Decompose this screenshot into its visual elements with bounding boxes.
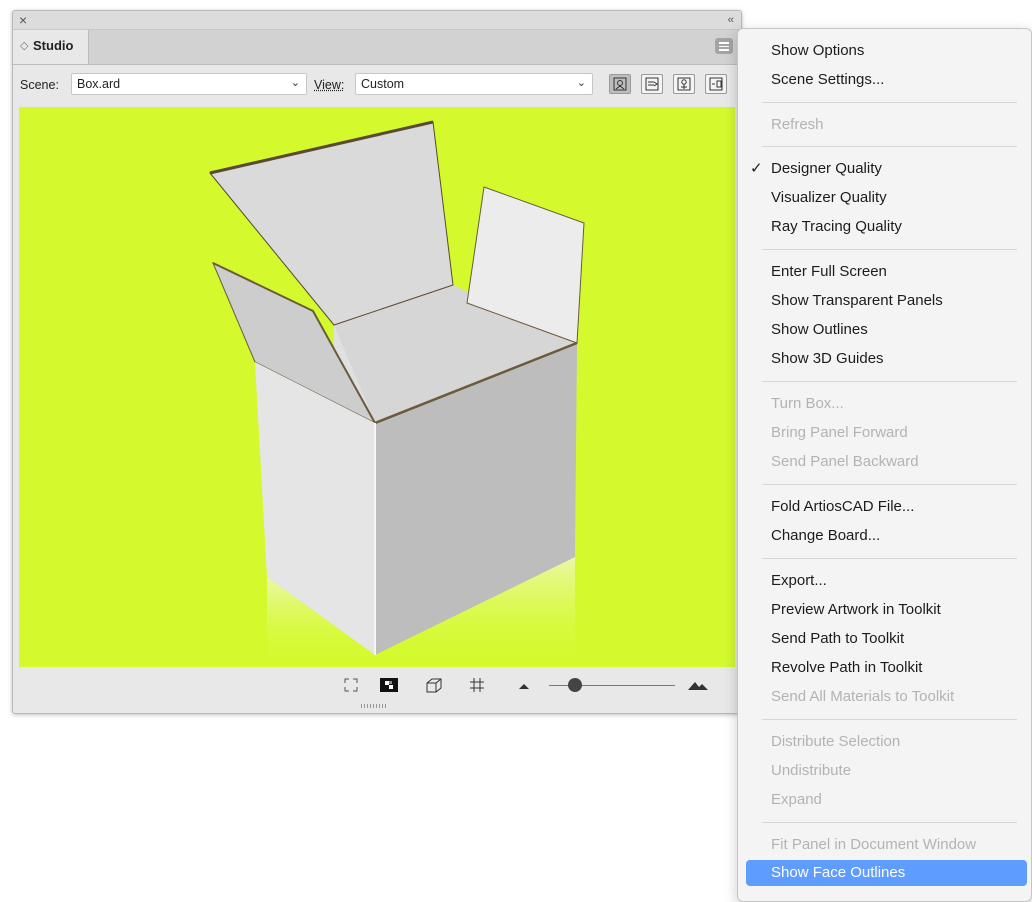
menu-item-show-transparent-panels[interactable]: Show Transparent Panels: [746, 288, 1027, 314]
menu-item-show-options[interactable]: Show Options: [746, 38, 1027, 64]
menu-item-distribute-selection: Distribute Selection: [771, 733, 901, 750]
scene-select[interactable]: Box.ard ⌄: [71, 73, 307, 95]
studio-panel: × ‹‹ ◇ Studio Scene: Box.ard ⌄ View: Cus…: [12, 10, 742, 714]
view-mode-2-icon: [645, 77, 659, 91]
scene-select-value: Box.ard: [77, 77, 121, 91]
menu-item-preview-artwork[interactable]: Preview Artwork in Toolkit: [746, 597, 1027, 623]
panel-title-bar: × ‹‹: [13, 11, 741, 30]
open-box-render: [209, 120, 585, 667]
3d-viewport[interactable]: [19, 107, 735, 667]
grid-icon[interactable]: [469, 677, 485, 693]
menu-item-export[interactable]: Export...: [746, 568, 1027, 594]
menu-item-fit-panel: Fit Panel in Document Window: [771, 836, 977, 853]
scene-label: Scene:: [20, 78, 59, 92]
menu-item-expand: Expand: [771, 791, 822, 808]
view-mode-4-icon: [709, 77, 723, 91]
menu-separator: [762, 484, 1017, 485]
menu-separator: [762, 558, 1017, 559]
view-mode-1-icon: [613, 77, 627, 91]
menu-separator: [762, 381, 1017, 382]
panel-menu-button[interactable]: [715, 38, 733, 54]
panel-close-icon[interactable]: ×: [19, 11, 27, 29]
studio-toolbar: Scene: Box.ard ⌄ View: Custom ⌄: [13, 65, 741, 105]
menu-item-show-face-outlines[interactable]: Show Face Outlines: [746, 860, 1027, 886]
menu-item-change-board[interactable]: Change Board...: [746, 523, 1027, 549]
menu-item-scene-settings[interactable]: Scene Settings...: [746, 67, 1027, 93]
menu-separator: [762, 719, 1017, 720]
view-select[interactable]: Custom ⌄: [355, 73, 593, 95]
panel-collapse-icon[interactable]: ‹‹: [728, 11, 734, 29]
menu-item-designer-quality-label: Designer Quality: [771, 160, 882, 177]
menu-separator: [762, 102, 1017, 103]
menu-item-send-path[interactable]: Send Path to Toolkit: [746, 626, 1027, 652]
menu-item-designer-quality[interactable]: ✓ Designer Quality: [746, 156, 1027, 182]
menu-item-enter-full-screen[interactable]: Enter Full Screen: [746, 259, 1027, 285]
view-mode-1-button[interactable]: [609, 74, 631, 94]
menu-item-refresh: Refresh: [771, 116, 824, 133]
menu-item-fold-artioscad-file[interactable]: Fold ArtiosCAD File...: [746, 494, 1027, 520]
view-mode-2-button[interactable]: [641, 74, 663, 94]
chevron-down-icon: ⌄: [576, 77, 586, 89]
view-mode-3-button[interactable]: [673, 74, 695, 94]
tab-studio-label: Studio: [33, 38, 74, 53]
menu-item-show-outlines[interactable]: Show Outlines: [746, 317, 1027, 343]
tab-grip-icon: ◇: [20, 40, 29, 52]
panel-tab-bar: ◇ Studio: [13, 30, 741, 65]
view-mode-3-icon: [677, 77, 691, 91]
menu-item-revolve-path[interactable]: Revolve Path in Toolkit: [746, 655, 1027, 681]
zoom-slider-thumb[interactable]: [568, 678, 582, 692]
view-mode-4-button[interactable]: [705, 74, 727, 94]
menu-item-undistribute: Undistribute: [771, 762, 852, 779]
panel-context-menu: Show Options Scene Settings... Refresh ✓…: [737, 28, 1032, 902]
menu-separator: [762, 822, 1017, 823]
menu-item-send-panel-backward: Send Panel Backward: [771, 453, 919, 470]
view-select-value: Custom: [361, 77, 405, 91]
viewport-bottom-bar: [13, 667, 741, 703]
menu-item-turn-box: Turn Box...: [771, 395, 844, 412]
chevron-down-icon: ⌄: [290, 77, 300, 89]
menu-item-send-all-materials: Send All Materials to Toolkit: [771, 688, 955, 705]
menu-separator: [762, 249, 1017, 250]
menu-item-visualizer-quality[interactable]: Visualizer Quality: [746, 185, 1027, 211]
checkmark-icon: ✓: [750, 160, 763, 177]
tab-studio[interactable]: ◇ Studio: [13, 30, 89, 64]
box-3d-icon[interactable]: [425, 677, 443, 693]
menu-item-bring-panel-forward: Bring Panel Forward: [771, 424, 908, 441]
menu-item-ray-tracing-quality[interactable]: Ray Tracing Quality: [746, 214, 1027, 240]
panel-resize-grip[interactable]: [361, 704, 387, 708]
fit-to-view-icon[interactable]: [343, 677, 359, 693]
large-mountain-icon: [688, 682, 708, 690]
view-label: View:: [314, 78, 345, 92]
small-mountain-icon: [519, 684, 529, 689]
menu-separator: [762, 146, 1017, 147]
menu-item-show-3d-guides[interactable]: Show 3D Guides: [746, 346, 1027, 372]
checker-icon[interactable]: [379, 677, 399, 693]
